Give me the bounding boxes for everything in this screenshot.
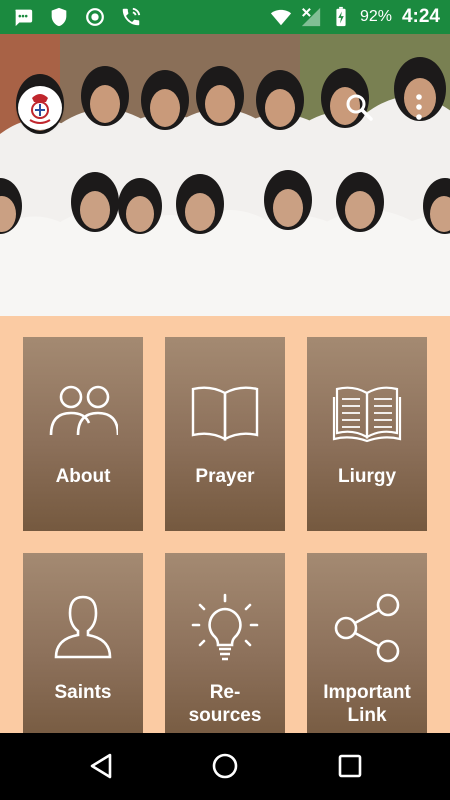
- chat-icon: [15, 9, 33, 27]
- battery-charging-icon: [336, 6, 346, 27]
- battery-percent: 92%: [359, 8, 392, 25]
- tile-about[interactable]: About: [23, 337, 143, 531]
- app-logo[interactable]: [18, 86, 62, 130]
- text-book-icon: [332, 386, 402, 443]
- tile-liturgy[interactable]: Liurgy: [307, 337, 427, 531]
- share-icon: [334, 593, 400, 663]
- lightbulb-icon: [191, 593, 259, 661]
- shield-icon: [51, 7, 67, 27]
- phone-wifi-icon: [122, 7, 141, 26]
- open-book-icon: [191, 386, 259, 441]
- search-icon[interactable]: [344, 92, 374, 122]
- tile-label: Important Link: [323, 682, 411, 726]
- emblem-icon: [20, 88, 60, 128]
- record-icon: [86, 8, 104, 26]
- hero-photo: [0, 34, 450, 316]
- tile-label: Prayer: [195, 466, 255, 487]
- clock: 4:24: [401, 6, 440, 27]
- tile-label: About: [55, 466, 111, 487]
- no-signal-icon: [301, 7, 321, 27]
- people-icon: [49, 385, 118, 436]
- tile-label: Liurgy: [337, 466, 397, 487]
- tile-important-link[interactable]: Important Link: [307, 553, 427, 747]
- recents-icon[interactable]: [335, 751, 365, 781]
- more-vert-icon[interactable]: [412, 92, 426, 122]
- back-icon[interactable]: [86, 751, 116, 781]
- tile-label: Saints: [54, 682, 112, 703]
- home-icon[interactable]: [210, 751, 240, 781]
- tile-prayer[interactable]: Prayer: [165, 337, 285, 531]
- tile-resources[interactable]: Re- sources: [165, 553, 285, 747]
- group-photo-image: [0, 34, 450, 316]
- navigation-bar: [0, 733, 450, 800]
- person-icon: [54, 595, 112, 659]
- wifi-icon: [270, 9, 292, 26]
- tile-saints[interactable]: Saints: [23, 553, 143, 747]
- tile-label: Re- sources: [188, 682, 262, 726]
- status-bar: 92% 4:24: [0, 0, 450, 34]
